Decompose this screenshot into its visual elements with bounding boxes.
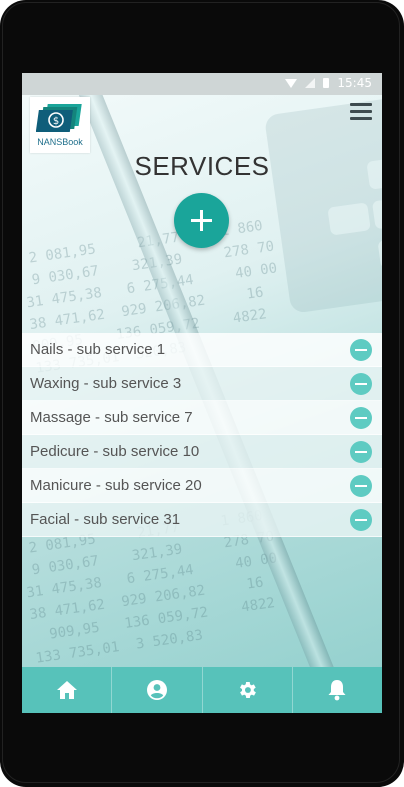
nav-account-button[interactable] bbox=[112, 667, 203, 713]
nav-notifications-button[interactable] bbox=[293, 667, 382, 713]
wifi-icon bbox=[285, 78, 298, 88]
status-bar: 15:45 bbox=[22, 73, 382, 95]
bottom-nav bbox=[22, 667, 382, 713]
remove-service-button[interactable] bbox=[350, 373, 372, 395]
minus-icon bbox=[355, 451, 367, 453]
svg-text:$: $ bbox=[53, 116, 59, 127]
status-time: 15:45 bbox=[337, 76, 372, 90]
service-label: Nails - sub service 1 bbox=[30, 341, 166, 358]
app-logo: $ NANSBook bbox=[30, 97, 90, 153]
minus-icon bbox=[355, 417, 367, 419]
account-icon bbox=[146, 680, 167, 700]
service-label: Pedicure - sub service 10 bbox=[30, 443, 200, 460]
settings-icon bbox=[240, 682, 257, 698]
minus-icon bbox=[355, 519, 367, 521]
remove-service-button[interactable] bbox=[350, 475, 372, 497]
service-label: Massage - sub service 7 bbox=[30, 409, 193, 426]
logo-text: NANSBook bbox=[37, 137, 83, 147]
battery-icon bbox=[323, 78, 330, 88]
list-item[interactable]: Manicure - sub service 20 bbox=[22, 469, 382, 503]
notifications-icon bbox=[328, 680, 346, 701]
list-item[interactable]: Waxing - sub service 3 bbox=[22, 367, 382, 401]
services-list: Nails - sub service 1 Waxing - sub servi… bbox=[22, 333, 382, 537]
nav-home-button[interactable] bbox=[22, 667, 113, 713]
signal-icon bbox=[305, 78, 316, 88]
remove-service-button[interactable] bbox=[350, 509, 372, 531]
minus-icon bbox=[355, 383, 367, 385]
home-icon bbox=[56, 681, 77, 699]
list-item[interactable]: Massage - sub service 7 bbox=[22, 401, 382, 435]
list-item[interactable]: Pedicure - sub service 10 bbox=[22, 435, 382, 469]
remove-service-button[interactable] bbox=[350, 441, 372, 463]
service-label: Waxing - sub service 3 bbox=[30, 375, 182, 392]
dollar-bill-icon: $ bbox=[36, 104, 82, 132]
minus-icon bbox=[355, 349, 367, 351]
remove-service-button[interactable] bbox=[350, 339, 372, 361]
list-item[interactable]: Facial - sub service 31 bbox=[22, 503, 382, 537]
remove-service-button[interactable] bbox=[350, 407, 372, 429]
add-service-button[interactable] bbox=[174, 193, 229, 248]
minus-icon bbox=[355, 485, 367, 487]
hamburger-menu-icon[interactable] bbox=[350, 103, 372, 121]
page-title: SERVICES bbox=[134, 151, 270, 181]
service-label: Facial - sub service 31 bbox=[30, 511, 181, 528]
list-item[interactable]: Nails - sub service 1 bbox=[22, 333, 382, 367]
nav-settings-button[interactable] bbox=[203, 667, 293, 713]
service-label: Manicure - sub service 20 bbox=[30, 477, 202, 494]
phone-frame: 2 081,95 21,77 1 860 9 030,67 321,39 278… bbox=[0, 0, 404, 787]
app-screen: 2 081,95 21,77 1 860 9 030,67 321,39 278… bbox=[22, 73, 382, 713]
